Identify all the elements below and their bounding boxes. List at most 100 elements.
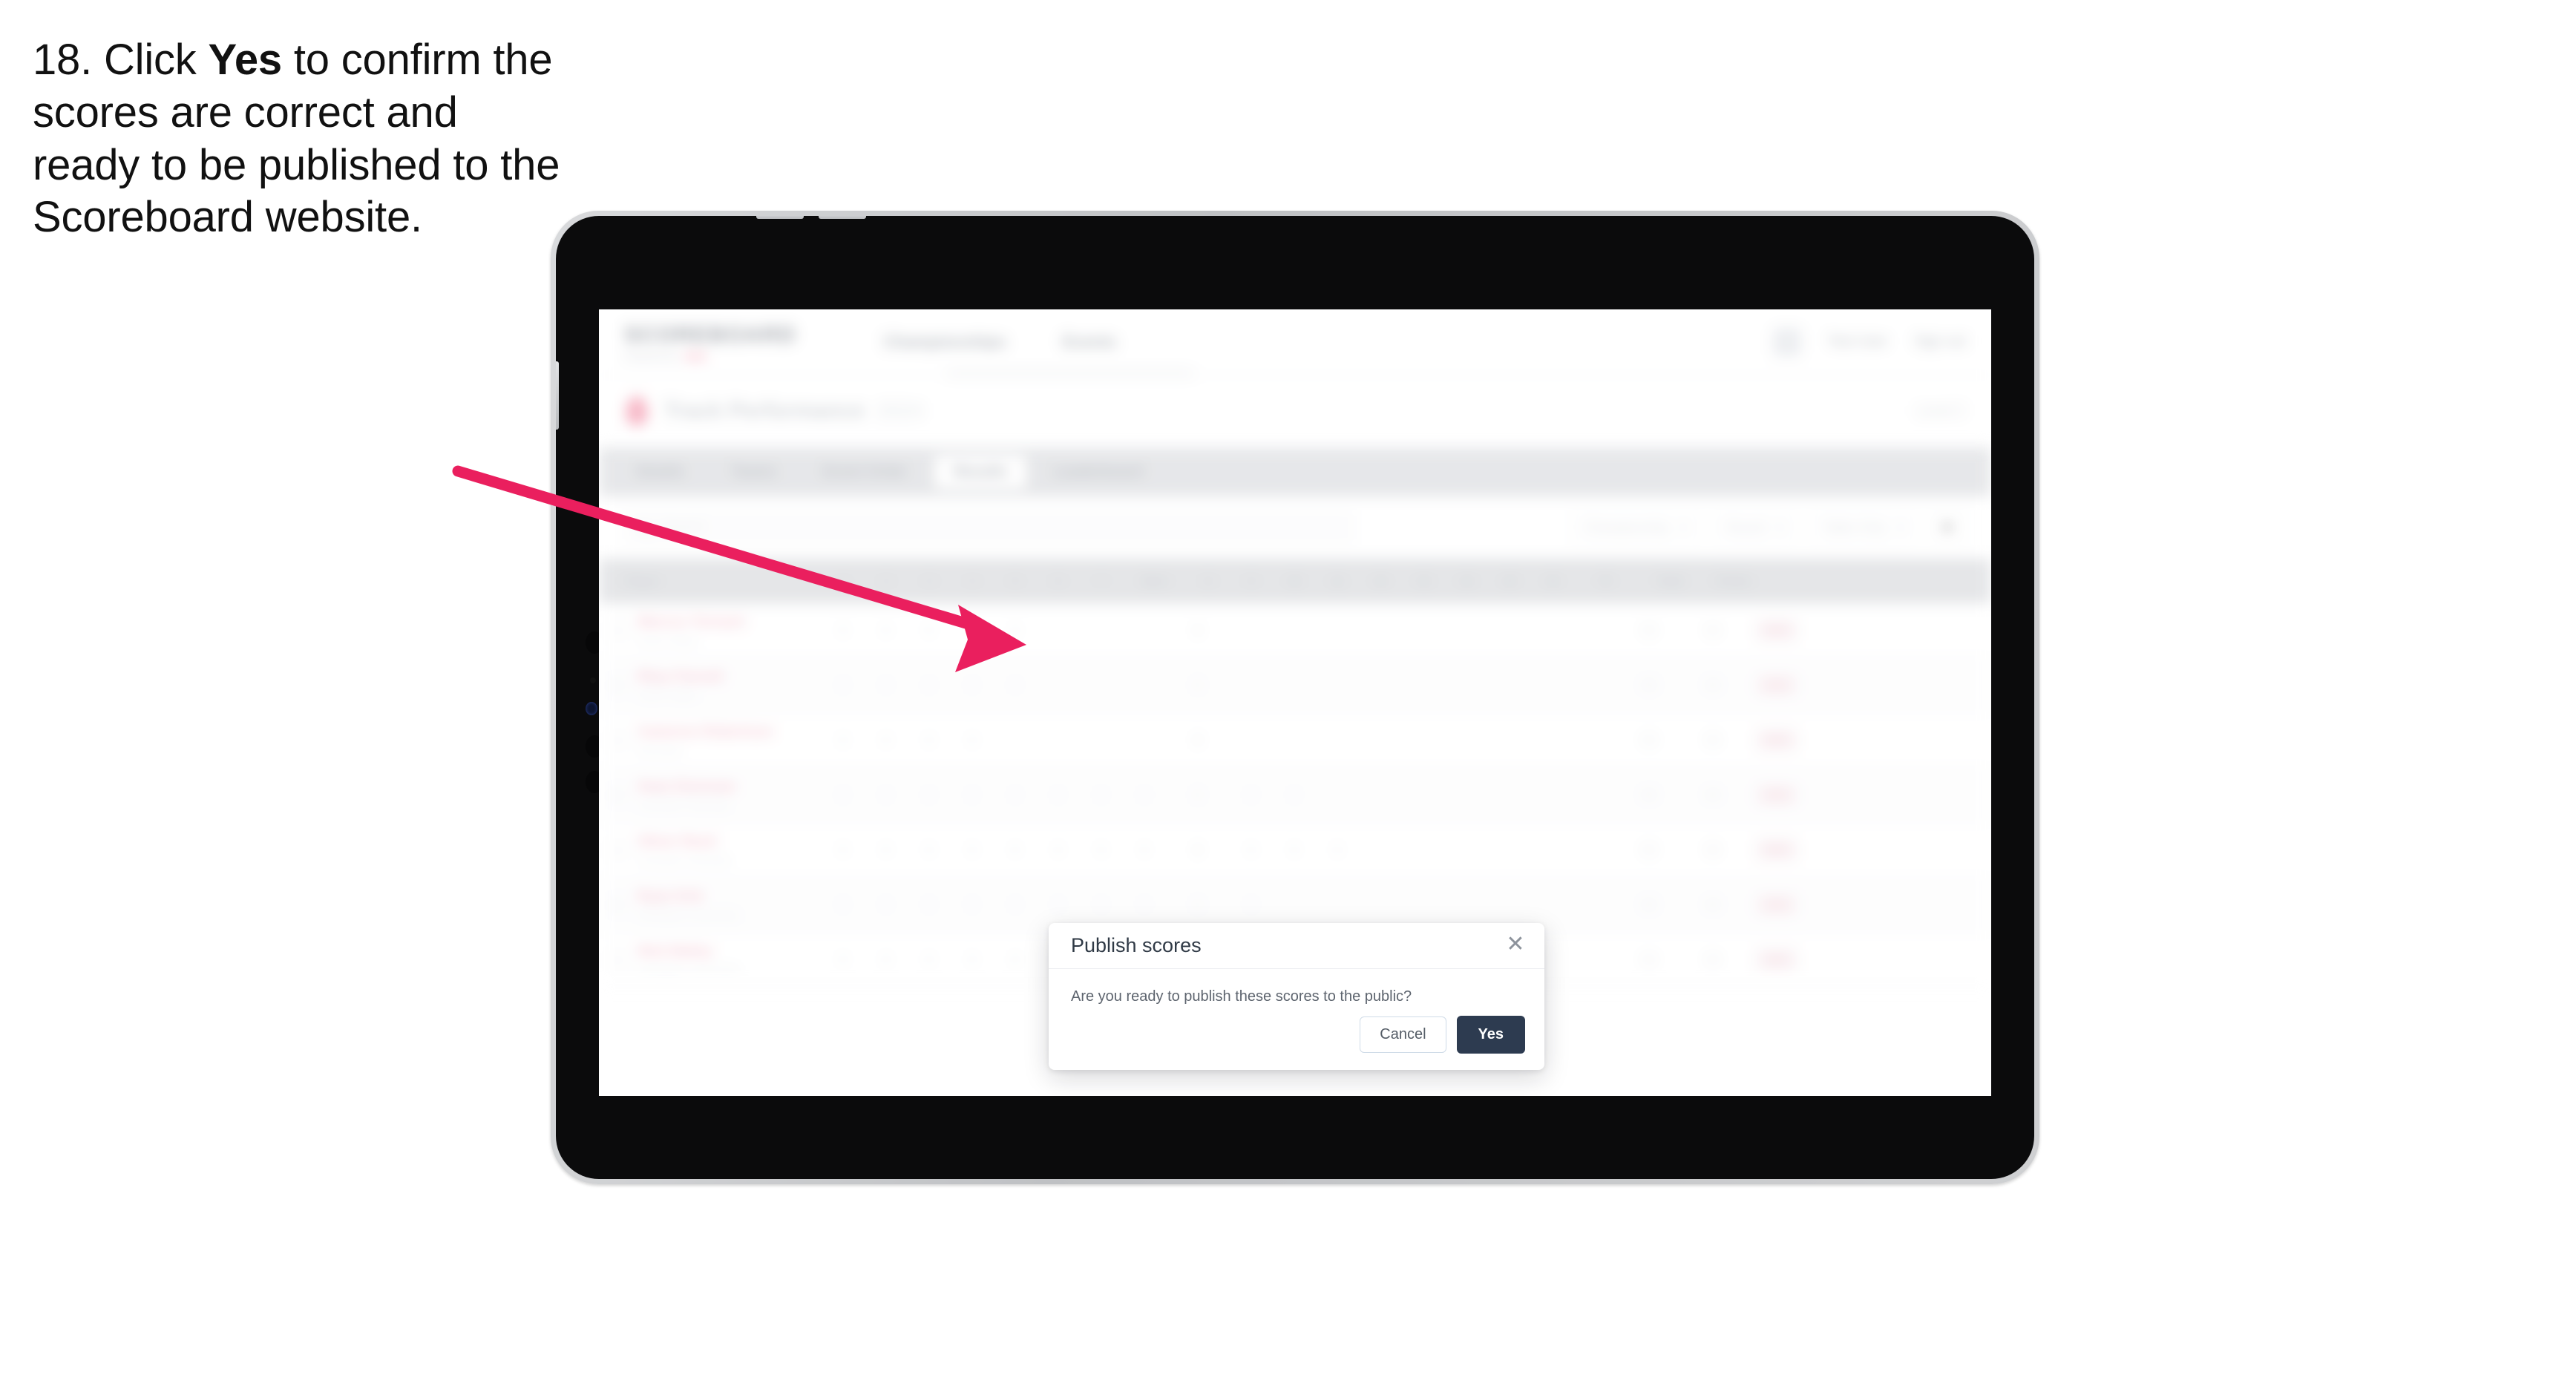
score-cell[interactable]: 0 <box>1166 733 1230 748</box>
score-cell[interactable]: 0 <box>865 843 908 858</box>
score-cell[interactable]: 0 <box>822 843 865 858</box>
nav-link-events[interactable]: Events <box>1063 332 1116 352</box>
table-row[interactable]: Cameron Robertson Riverside 0 0 0 0 0 00 00 000 <box>599 713 1991 768</box>
score-cell[interactable]: 0 <box>865 953 908 968</box>
score-cell[interactable]: 0 <box>822 953 865 968</box>
row-checkbox[interactable] <box>599 732 638 748</box>
score-cell[interactable]: 0 <box>1166 843 1230 858</box>
score-cell[interactable]: 0 <box>1166 898 1230 913</box>
row-checkbox[interactable] <box>599 787 638 803</box>
nav-link-championships[interactable]: Championships <box>884 332 1006 352</box>
score-cell[interactable]: 0 <box>994 678 1037 693</box>
toolbar-filters: Championship ▾ Round ▾ Table Only ▾ ⚙ <box>1570 510 1964 545</box>
tab-teams[interactable]: Teams <box>712 456 796 489</box>
user-avatar-icon[interactable] <box>1773 328 1802 356</box>
table-row[interactable]: Oliver Reed Lancaster Township 0 0 0 0 0 0 0 0 0 0 0… <box>599 823 1991 878</box>
score-cell[interactable]: 0 <box>1316 843 1359 858</box>
row-checkbox[interactable] <box>599 952 638 968</box>
score-cell[interactable]: 0 <box>1080 788 1123 803</box>
score-cell[interactable]: 0 <box>1273 788 1316 803</box>
score-cell[interactable]: 0 <box>1166 623 1230 638</box>
score-cell[interactable]: 0 <box>1166 788 1230 803</box>
score-cell[interactable]: 0 <box>1273 843 1316 858</box>
score-cell[interactable]: 0 <box>1123 898 1166 913</box>
search-input[interactable]: Search <box>626 511 1353 544</box>
score-cell[interactable]: 0 <box>1123 843 1166 858</box>
score-cell[interactable]: 0 <box>1230 843 1273 858</box>
score-cell[interactable]: 0 <box>822 623 865 638</box>
column-header-2: 2 <box>882 574 890 588</box>
brand-subtitle-row: Powered by UKA <box>624 351 796 362</box>
score-cell[interactable]: 0 <box>908 953 951 968</box>
table-row[interactable]: Rhys Parnell Green Valley 0 0 0 0 0 0 00 00 000 <box>599 658 1991 713</box>
row-checkbox[interactable] <box>599 842 638 858</box>
score-cell[interactable]: 0 <box>951 843 994 858</box>
score-cell[interactable]: 0 <box>908 623 951 638</box>
table-row[interactable]: Sean Donovan Lancaster Township 0 0 0 0 0 0 0 0 0 0… <box>599 768 1991 823</box>
score-cell[interactable]: 0 <box>908 898 951 913</box>
filter-round[interactable]: Round ▾ <box>1713 510 1797 545</box>
table-row[interactable]: Marcus Tennant Green Valley 0 0 0 0 0 0 00 00 000 <box>599 603 1991 658</box>
score-cell[interactable]: 0 <box>865 678 908 693</box>
score-cell[interactable]: 0 <box>908 733 951 748</box>
camera-lens-blue-icon <box>586 702 597 715</box>
filter-table-only-label: Table Only <box>1822 519 1886 535</box>
score-cell[interactable]: 0 <box>865 898 908 913</box>
score-cell[interactable]: 0 <box>822 733 865 748</box>
score-cell[interactable]: 0 <box>994 898 1037 913</box>
column-header-best: Best <box>1142 574 1167 588</box>
column-header-9: 9 <box>1248 574 1255 588</box>
score-cell[interactable]: 0 <box>822 898 865 913</box>
score-cell[interactable]: 0 <box>865 733 908 748</box>
score-cell[interactable]: 0 <box>1037 788 1080 803</box>
score-cell[interactable]: 0 <box>951 898 994 913</box>
tab-event-order[interactable]: Event Order <box>803 456 926 489</box>
search-icon <box>638 522 650 533</box>
score-cell[interactable]: 0 <box>1080 843 1123 858</box>
dialog-body: Are you ready to publish these scores to… <box>1049 969 1544 1005</box>
score-cell[interactable]: 0 <box>822 788 865 803</box>
score-cell[interactable]: 0 <box>822 678 865 693</box>
score-cell[interactable]: 0 <box>865 788 908 803</box>
row-checkbox[interactable] <box>599 677 638 693</box>
score-cell[interactable]: 0 <box>908 678 951 693</box>
filter-championship[interactable]: Championship ▾ <box>1570 510 1700 545</box>
cancel-button[interactable]: Cancel <box>1360 1016 1446 1053</box>
player-cell: Cameron Robertson Riverside <box>638 724 822 756</box>
filter-table-only[interactable]: Table Only ▾ <box>1809 510 1917 545</box>
tab-leaderboard[interactable]: Leaderboard <box>1034 456 1162 489</box>
score-cell[interactable]: 0 <box>1166 678 1230 693</box>
yes-button[interactable]: Yes <box>1456 1016 1525 1054</box>
score-cell[interactable]: 0 <box>994 843 1037 858</box>
score-cell[interactable]: 0 <box>994 623 1037 638</box>
close-icon[interactable]: ✕ <box>1503 932 1528 957</box>
score-cell[interactable]: 0 <box>1080 898 1123 913</box>
row-checkbox[interactable] <box>599 623 638 638</box>
score-cell[interactable]: 0 <box>951 953 994 968</box>
sign-out-link[interactable]: Sign out <box>1914 334 1966 350</box>
score-cell[interactable]: 0 <box>908 843 951 858</box>
score-cell[interactable]: 0 <box>951 733 994 748</box>
score-cell[interactable]: 0 <box>1037 843 1080 858</box>
score-cell[interactable]: 0 <box>951 788 994 803</box>
score-cell[interactable]: 0 <box>1230 788 1273 803</box>
score-cell[interactable]: 0 <box>951 678 994 693</box>
score-cell[interactable]: 0 <box>951 623 994 638</box>
camera-sensor-icon <box>590 677 596 683</box>
points-cell: 000 <box>1745 894 1809 916</box>
tab-results[interactable]: Results <box>934 455 1027 489</box>
score-cell[interactable]: 0 <box>994 953 1037 968</box>
score-cell[interactable]: 0 <box>994 788 1037 803</box>
tab-details[interactable]: Details <box>617 456 704 489</box>
column-header-14: 14 <box>1460 574 1473 588</box>
score-cell[interactable]: 0 <box>1230 898 1273 913</box>
score-cell[interactable]: 0 <box>1123 788 1166 803</box>
score-cell[interactable]: 0 <box>908 788 951 803</box>
score-cell[interactable]: 0 <box>865 623 908 638</box>
filter-round-label: Round <box>1725 519 1766 535</box>
volume-up-button <box>756 216 804 219</box>
settings-icon[interactable]: ⚙ <box>1930 510 1964 545</box>
score-cell[interactable]: 0 <box>1037 898 1080 913</box>
points-cell: 000 <box>1745 620 1809 641</box>
row-checkbox[interactable] <box>599 897 638 913</box>
